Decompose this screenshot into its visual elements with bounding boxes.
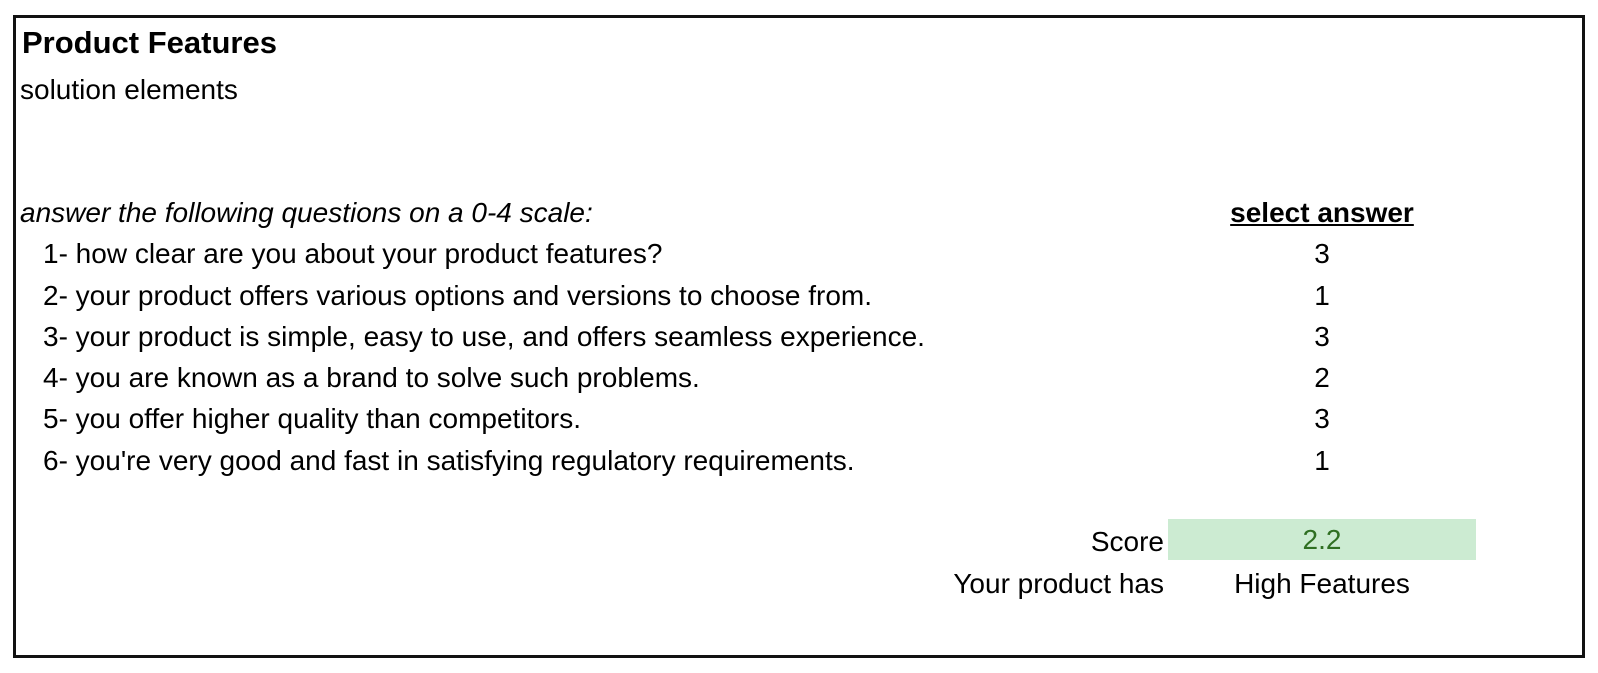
answer-cell[interactable]: 3 — [1168, 403, 1476, 435]
score-cell: 2.2 — [1168, 519, 1476, 560]
answer-cell[interactable]: 3 — [1168, 238, 1476, 270]
page-title: Product Features — [22, 25, 277, 60]
instructions-text: answer the following questions on a 0-4 … — [20, 197, 593, 228]
answer-cell[interactable]: 2 — [1168, 362, 1476, 394]
answer-column-header: select answer — [1230, 197, 1414, 228]
question-text: 5- you offer higher quality than competi… — [43, 403, 582, 434]
question-text: 1- how clear are you about your product … — [43, 238, 663, 269]
result-value: High Features — [1234, 568, 1410, 599]
page-subtitle: solution elements — [20, 74, 238, 105]
question-text: 2- your product offers various options a… — [43, 280, 873, 311]
question-row: 3- your product is simple, easy to use, … — [0, 321, 1598, 362]
answer-cell[interactable]: 1 — [1168, 280, 1476, 312]
question-row: 5- you offer higher quality than competi… — [0, 403, 1598, 444]
answer-cell[interactable]: 1 — [1168, 445, 1476, 477]
score-label: Score — [1090, 526, 1164, 557]
score-value: 2.2 — [1302, 524, 1342, 555]
question-text: 3- your product is simple, easy to use, … — [43, 321, 925, 352]
result-label: Your product has — [953, 568, 1164, 599]
question-row: 1- how clear are you about your product … — [0, 238, 1598, 279]
question-text: 4- you are known as a brand to solve suc… — [43, 362, 700, 393]
question-row: 6- you're very good and fast in satisfyi… — [0, 445, 1598, 486]
question-row: 2- your product offers various options a… — [0, 280, 1598, 321]
question-row: 4- you are known as a brand to solve suc… — [0, 362, 1598, 403]
question-text: 6- you're very good and fast in satisfyi… — [43, 445, 855, 476]
answer-cell[interactable]: 3 — [1168, 321, 1476, 353]
